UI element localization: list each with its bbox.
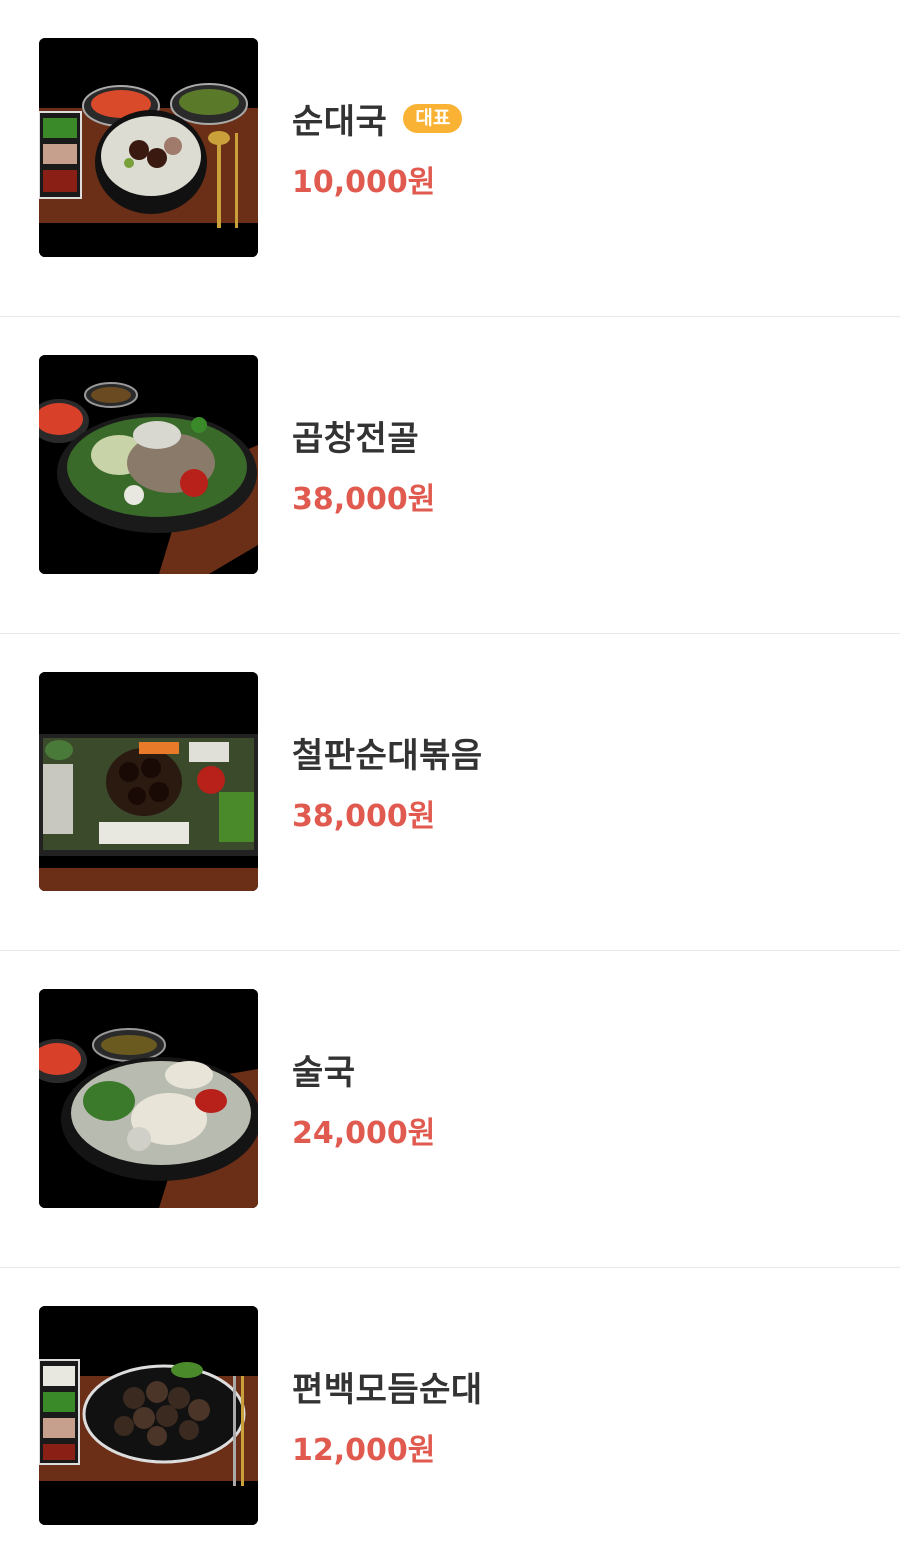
- menu-item-name-row: 철판순대볶음: [292, 728, 483, 777]
- menu-item-info: 술국 24,000원: [292, 989, 435, 1208]
- menu-item-name: 철판순대볶음: [292, 736, 483, 776]
- menu-list: 순대국 대표 10,000원 곱창전골 38,000원 철판순대볶음 38,00…: [0, 0, 900, 1560]
- menu-item-price: 38,000원: [292, 482, 436, 517]
- menu-item-name-row: 술국: [292, 1045, 435, 1094]
- menu-item-pyeonbaek-modeum-sundae[interactable]: 편백모듬순대 12,000원: [0, 1268, 900, 1560]
- menu-item-name: 편백모듬순대: [292, 1370, 483, 1410]
- menu-item-sulguk[interactable]: 술국 24,000원: [0, 951, 900, 1268]
- signature-badge: 대표: [403, 104, 463, 133]
- menu-item-image: [39, 355, 258, 574]
- pyeonbaek-modeum-sundae-dish-image: [39, 1306, 258, 1525]
- cheolpan-sundae-bokkeum-dish-image: [39, 672, 258, 891]
- menu-item-image: [39, 989, 258, 1208]
- menu-item-name: 곱창전골: [292, 419, 420, 459]
- menu-item-name-row: 곱창전골: [292, 411, 435, 460]
- menu-item-price: 38,000원: [292, 799, 436, 834]
- menu-item-name: 술국: [292, 1053, 356, 1093]
- menu-item-name-row: 편백모듬순대: [292, 1362, 483, 1411]
- menu-item-price: 24,000원: [292, 1116, 436, 1151]
- menu-item-cheolpan-sundae-bokkeum[interactable]: 철판순대볶음 38,000원: [0, 634, 900, 951]
- sulguk-dish-image: [39, 989, 258, 1208]
- menu-item-info: 철판순대볶음 38,000원: [292, 672, 483, 891]
- menu-item-name: 순대국: [292, 102, 388, 142]
- menu-item-info: 순대국 대표 10,000원: [292, 38, 463, 257]
- menu-item-image: [39, 672, 258, 891]
- menu-item-image: [39, 38, 258, 257]
- menu-item-name-row: 순대국 대표: [292, 94, 463, 143]
- menu-item-gopchang-jeongol[interactable]: 곱창전골 38,000원: [0, 317, 900, 634]
- sundaeguk-dish-image: [39, 38, 258, 257]
- menu-item-sundaeguk[interactable]: 순대국 대표 10,000원: [0, 0, 900, 317]
- menu-item-info: 곱창전골 38,000원: [292, 355, 435, 574]
- gopchang-jeongol-dish-image: [39, 355, 258, 574]
- menu-item-price: 12,000원: [292, 1433, 436, 1468]
- menu-item-image: [39, 1306, 258, 1525]
- menu-item-price: 10,000원: [292, 165, 436, 200]
- menu-item-info: 편백모듬순대 12,000원: [292, 1306, 483, 1525]
